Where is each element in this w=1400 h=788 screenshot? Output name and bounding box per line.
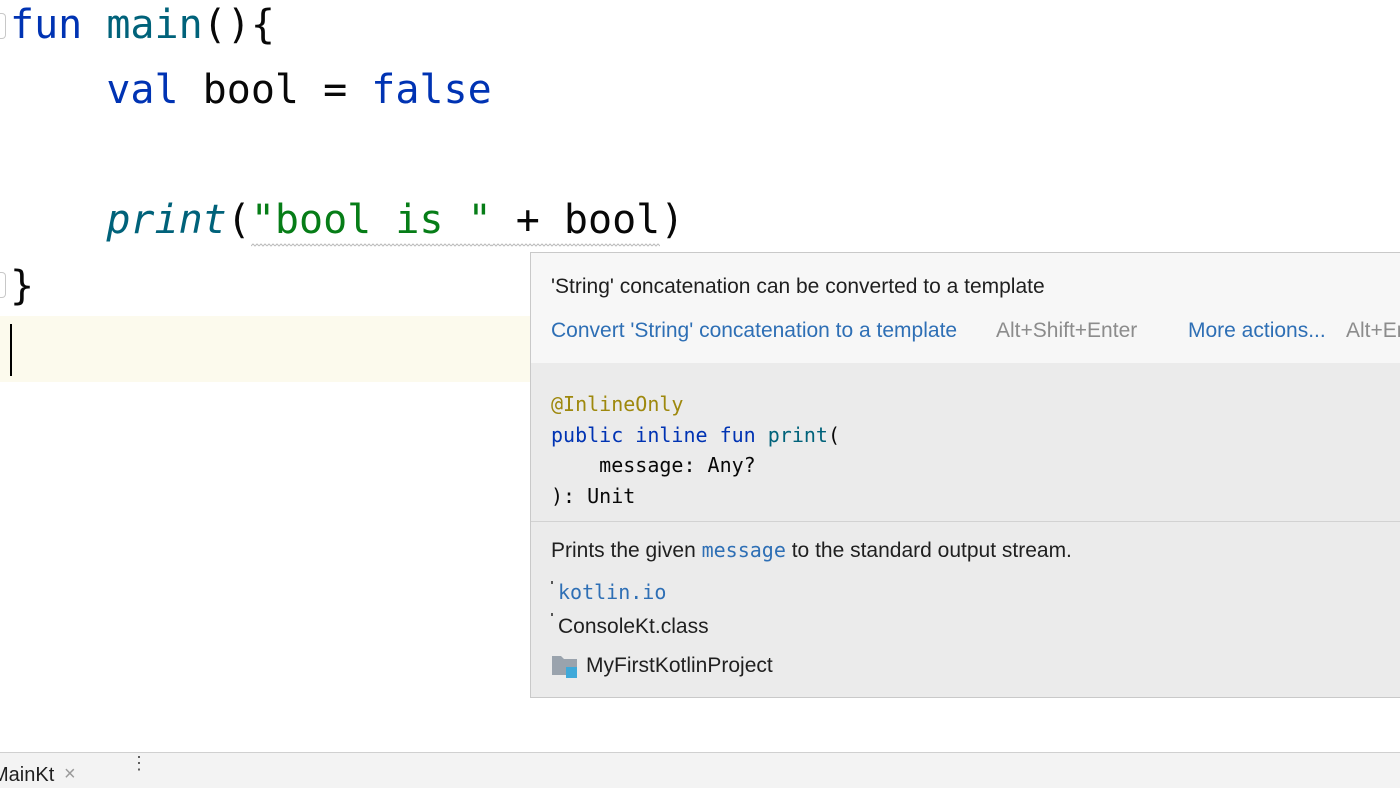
fold-start-marker[interactable]	[0, 13, 6, 39]
folder-module-icon	[552, 656, 577, 678]
code-token: + bool	[491, 197, 661, 247]
doc-project-name: MyFirstKotlinProject	[586, 654, 773, 677]
more-actions-shortcut: Alt+Enter	[1346, 319, 1400, 342]
signature-return-type: ): Unit	[551, 483, 636, 508]
run-tab-label[interactable]: MainKt	[0, 764, 54, 787]
signature-kw-inline: inline	[635, 422, 708, 447]
intention-section: 'String' concatenation can be converted …	[531, 253, 1400, 364]
code-line-1[interactable]: fun main(){	[10, 0, 275, 50]
code-token: print	[106, 197, 227, 243]
inspection-message: 'String' concatenation can be converted …	[551, 275, 1045, 298]
doc-description-text-end: to the standard output stream.	[785, 539, 1072, 562]
signature-kw-fun: fun	[719, 422, 756, 447]
more-vertical-icon[interactable]: ⋮	[130, 754, 148, 772]
documentation-section: @InlineOnly public inline fun print( mes…	[531, 363, 1400, 697]
code-token: false	[371, 67, 492, 113]
more-actions-link[interactable]: More actions...	[1188, 319, 1326, 343]
function-signature: @InlineOnly public inline fun print( mes…	[551, 389, 840, 511]
code-line-5[interactable]: }	[10, 261, 34, 311]
code-token: }	[10, 263, 35, 309]
class-marker	[551, 613, 553, 616]
doc-project-row: MyFirstKotlinProject	[551, 653, 773, 679]
code-token: )	[660, 197, 685, 243]
signature-open-paren: (	[827, 422, 841, 447]
code-token: bool =	[178, 67, 372, 113]
text-caret	[10, 324, 12, 376]
fold-end-marker[interactable]	[0, 272, 6, 298]
doc-description: Prints the given message to the standard…	[551, 538, 1072, 563]
code-token: fun	[10, 2, 83, 48]
doc-class-file: ConsoleKt.class	[558, 615, 709, 638]
doc-package-link[interactable]: kotlin.io	[558, 580, 666, 604]
signature-function-name: print	[767, 422, 828, 447]
doc-divider	[531, 521, 1400, 522]
convert-to-template-action[interactable]: Convert 'String' concatenation to a temp…	[551, 319, 957, 343]
package-marker	[551, 581, 553, 584]
code-token: (	[226, 197, 251, 243]
code-line-4[interactable]: print("bool is " + bool)	[10, 195, 685, 247]
code-token: "bool is "	[250, 197, 492, 247]
doc-param-reference[interactable]: message	[702, 538, 786, 562]
doc-description-text-start: Prints the given	[551, 539, 702, 562]
signature-annotation: @InlineOnly	[551, 392, 684, 416]
quick-doc-popup: 'String' concatenation can be converted …	[530, 252, 1400, 698]
code-token: val	[106, 67, 179, 113]
code-token: main	[106, 2, 203, 48]
run-tool-window-bar: MainKt × ⋮	[0, 752, 1400, 788]
signature-parameter: message: Any?	[551, 453, 756, 477]
code-line-2[interactable]: val bool = false	[10, 65, 492, 115]
close-icon[interactable]: ×	[64, 763, 76, 786]
convert-action-shortcut: Alt+Shift+Enter	[996, 319, 1138, 342]
code-token: (){	[202, 2, 275, 48]
signature-kw-public: public	[551, 422, 624, 447]
